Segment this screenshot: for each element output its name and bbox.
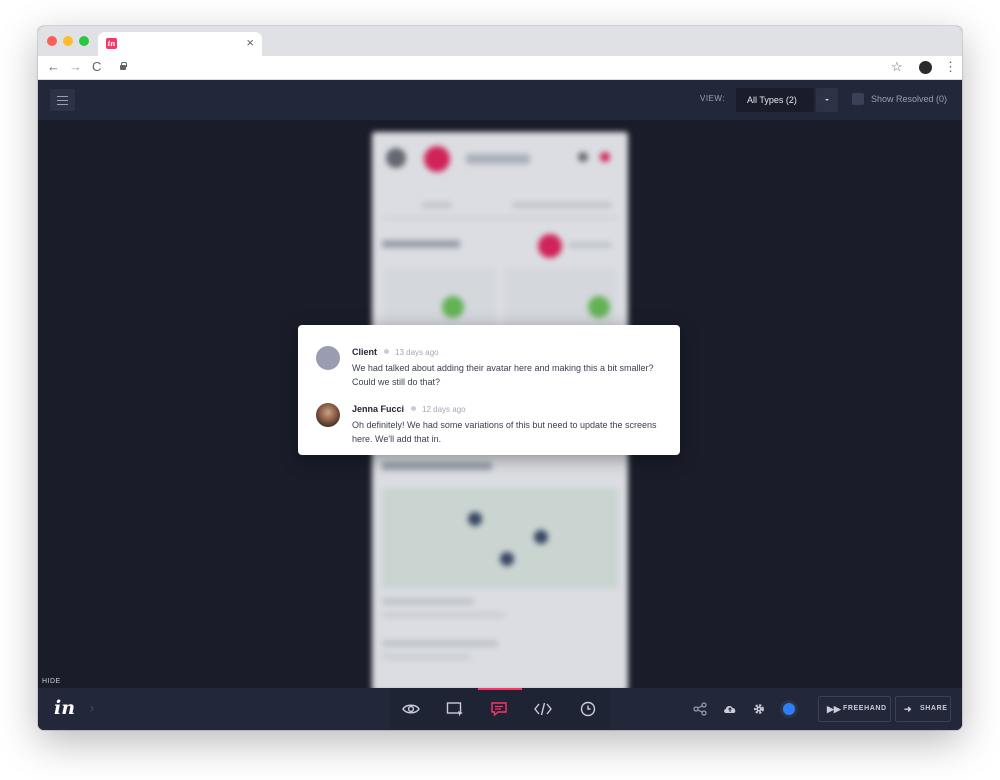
comment-timestamp: 12 days ago: [422, 405, 466, 414]
comment-text: Oh definitely! We had some variations of…: [352, 420, 657, 444]
gear-icon[interactable]: [752, 702, 766, 716]
show-resolved-checkbox[interactable]: [852, 93, 864, 105]
comment-text: We had talked about adding their avatar …: [352, 363, 654, 387]
chevron-right-icon[interactable]: ›: [90, 701, 94, 715]
invision-favicon-icon: in: [106, 38, 117, 49]
profile-avatar[interactable]: [919, 61, 932, 74]
freehand-button[interactable]: ▶▶ FREEHAND: [818, 696, 891, 722]
chevron-down-icon[interactable]: [816, 88, 838, 112]
comment-author: Jenna Fucci: [352, 404, 405, 414]
back-arrow-icon[interactable]: ←: [47, 59, 60, 75]
show-resolved-label[interactable]: Show Resolved (0): [871, 94, 947, 104]
browser-tab[interactable]: in ×: [98, 32, 262, 56]
minimize-window-button[interactable]: [63, 36, 73, 46]
browser-toolbar: ← → C ☆ ⋮: [38, 56, 962, 80]
menu-button[interactable]: [50, 89, 75, 111]
forward-arrow-icon[interactable]: →: [69, 59, 82, 75]
code-icon[interactable]: [534, 701, 552, 717]
comment-timestamp: 13 days ago: [395, 348, 439, 357]
cloud-sync-icon[interactable]: [723, 702, 737, 716]
share-link-icon[interactable]: [693, 702, 707, 716]
bookmark-star-icon[interactable]: ☆: [891, 59, 903, 75]
maximize-window-button[interactable]: [79, 36, 89, 46]
invision-logo[interactable]: in: [54, 697, 75, 719]
separator-dot: [384, 349, 390, 354]
bottom-toolbar: in › ▶▶ FREEHAND ➜ SHARE: [38, 688, 962, 730]
browser-window: in × ← → C ☆ ⋮ VIEW: All Types (2) Show …: [38, 26, 962, 730]
avatar: [316, 346, 340, 370]
history-icon[interactable]: [579, 701, 597, 717]
close-window-button[interactable]: [47, 36, 57, 46]
app-header: VIEW: All Types (2) Show Resolved (0): [38, 80, 962, 120]
prototype-canvas: Client 13 days ago We had talked about ad…: [38, 120, 962, 688]
comment-author: Client: [352, 347, 378, 357]
avatar: [316, 403, 340, 427]
browser-menu-icon[interactable]: ⋮: [944, 59, 957, 75]
view-label: VIEW:: [700, 94, 726, 103]
view-type-select[interactable]: All Types (2): [736, 88, 814, 112]
share-arrow-icon: ➜: [904, 704, 912, 714]
share-button[interactable]: ➜ SHARE: [895, 696, 951, 722]
freehand-icon: ▶▶: [827, 704, 841, 714]
reload-icon[interactable]: C: [92, 59, 101, 75]
separator-dot: [411, 406, 417, 411]
status-dot[interactable]: [783, 703, 795, 715]
comment-thread-card[interactable]: Client 13 days ago We had talked about ad…: [298, 325, 680, 455]
view-type-value: All Types (2): [747, 95, 797, 105]
preview-icon[interactable]: [402, 701, 420, 717]
browser-tab-bar: in ×: [38, 26, 962, 56]
hamburger-icon: [57, 96, 68, 97]
active-mode-indicator: [478, 688, 522, 690]
inspect-icon[interactable]: [446, 701, 464, 717]
comment-icon[interactable]: [490, 701, 508, 717]
lock-icon: [120, 62, 127, 70]
tab-close-icon[interactable]: ×: [246, 35, 254, 51]
hide-toolbar-button[interactable]: HIDE: [38, 676, 65, 688]
